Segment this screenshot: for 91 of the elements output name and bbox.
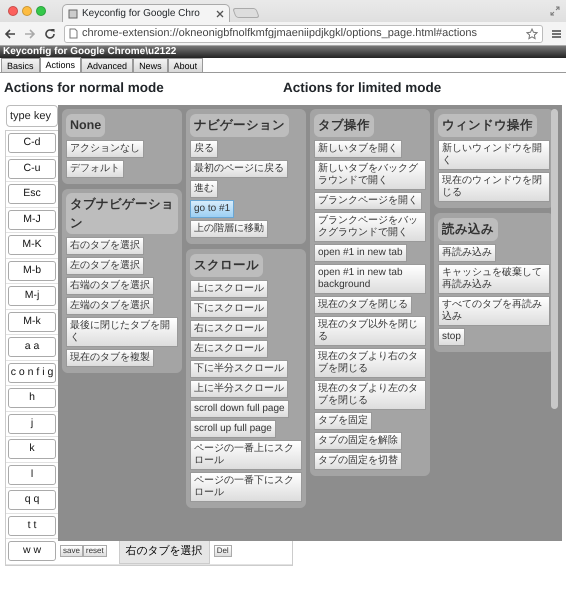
action-button[interactable]: 右のタブを選択 — [66, 237, 144, 256]
app-title: Keyconfig for Google Chrome\u2122 — [0, 46, 566, 58]
back-icon[interactable] — [4, 28, 16, 40]
action-button[interactable]: 新しいタブをバックグラウンドで開く — [314, 160, 426, 190]
key-button[interactable]: a a — [8, 337, 56, 358]
group-title: None — [66, 114, 106, 137]
key-button[interactable]: M-k — [8, 312, 56, 332]
tab[interactable]: News — [133, 58, 168, 72]
action-button[interactable]: stop — [438, 328, 465, 346]
action-button[interactable]: open #1 in new tab — [314, 244, 407, 262]
close-icon[interactable] — [216, 10, 224, 18]
action-button[interactable]: ブランクページを開く — [314, 192, 422, 210]
action-button[interactable]: 最初のページに戻る — [190, 160, 288, 178]
action-button[interactable]: すべてのタブを再読み込み — [438, 296, 550, 326]
section-heading: Actions for limited mode — [283, 79, 442, 97]
action-button[interactable]: 現在のタブを複製 — [66, 349, 154, 368]
action-button[interactable]: open #1 in new tab background — [314, 264, 426, 294]
key-button[interactable]: k — [8, 439, 56, 460]
action-button[interactable]: 現在のタブより右のタブを閉じる — [314, 348, 426, 378]
key-button[interactable]: Esc — [8, 184, 56, 204]
key-button[interactable]: M-J — [8, 210, 56, 230]
tab[interactable]: About — [168, 58, 204, 72]
action-button[interactable]: 下に半分スクロール — [190, 360, 288, 378]
group-title: タブナビゲーション — [66, 192, 178, 234]
action-button[interactable]: 右にスクロール — [190, 320, 268, 338]
star-icon[interactable] — [526, 28, 538, 40]
action-button[interactable]: 右端のタブを選択 — [66, 277, 154, 296]
key-button[interactable]: l — [8, 464, 56, 485]
action-button[interactable]: 上に半分スクロール — [190, 380, 288, 398]
browser-tab[interactable]: Keyconfig for Google Chro — [62, 4, 230, 22]
key-button[interactable]: w w — [8, 541, 56, 562]
page-icon — [68, 8, 78, 18]
key-button[interactable]: C-u — [8, 158, 56, 179]
scrollbar[interactable] — [551, 109, 558, 409]
action-button[interactable]: 左端のタブを選択 — [66, 297, 154, 316]
action-button[interactable]: 右のタブを選択 — [118, 539, 210, 564]
reload-icon[interactable] — [44, 28, 56, 40]
key-button[interactable]: j — [8, 414, 56, 434]
action-button[interactable]: 現在のタブより左のタブを閉じる — [314, 380, 426, 410]
key-input-field[interactable]: type key — [6, 105, 58, 127]
action-button[interactable]: ページの一番下にスクロール — [190, 472, 302, 502]
reset-button[interactable]: reset — [82, 545, 107, 558]
action-button[interactable]: go to #1 — [190, 200, 234, 218]
action-button[interactable]: 再読み込み — [438, 244, 496, 262]
group-title: タブ操作 — [314, 114, 374, 137]
action-button[interactable]: 上の階層に移動 — [190, 220, 268, 238]
action-button[interactable]: scroll up full page — [190, 420, 276, 438]
action-button[interactable]: 左にスクロール — [190, 340, 268, 358]
forward-icon[interactable] — [24, 28, 36, 40]
key-button[interactable]: t t — [8, 516, 56, 536]
action-button[interactable]: 現在のウィンドウを閉じる — [438, 172, 550, 202]
group-title: ウィンドウ操作 — [438, 114, 537, 137]
group-title: ナビゲーション — [190, 114, 289, 137]
action-button[interactable]: 下にスクロール — [190, 300, 268, 318]
action-button[interactable]: 進む — [190, 180, 218, 198]
action-button[interactable]: アクションなし — [66, 140, 144, 158]
action-button[interactable]: 新しいウィンドウを開く — [438, 140, 550, 170]
action-button[interactable]: 現在のタブ以外を閉じる — [314, 316, 426, 346]
page-icon — [69, 28, 78, 39]
key-button[interactable]: M-K — [8, 235, 56, 256]
action-button[interactable]: 最後に閉じたタブを開く — [66, 317, 178, 348]
action-button[interactable]: ページの一番上にスクロール — [190, 440, 302, 470]
key-button[interactable]: C-d — [8, 133, 56, 154]
action-button[interactable]: scroll down full page — [190, 400, 289, 418]
action-button[interactable]: タブを固定 — [314, 412, 372, 430]
key-button[interactable]: c o n f i g — [8, 362, 56, 383]
action-button[interactable]: デフォルト — [66, 160, 124, 178]
fullscreen-icon[interactable] — [550, 6, 560, 16]
group-title: 読み込み — [438, 218, 498, 240]
action-button[interactable]: ブランクページをバックグラウンドで開く — [314, 212, 426, 242]
action-button[interactable]: 左のタブを選択 — [66, 257, 144, 276]
action-button[interactable]: タブの固定を解除 — [314, 432, 402, 450]
key-button[interactable]: M-j — [8, 286, 56, 306]
group-title: スクロール — [190, 254, 263, 276]
tab[interactable]: Advanced — [81, 58, 134, 72]
action-button[interactable]: タブの固定を切替 — [314, 452, 402, 470]
address-bar[interactable]: chrome-extension://okneonigbfnolfkmfgjmaeniipdjkgkl/options_page.html#actions — [64, 24, 543, 42]
key-button[interactable]: h — [8, 388, 56, 408]
action-button[interactable]: 現在のタブを閉じる — [314, 296, 412, 314]
tab[interactable]: Actions — [40, 57, 82, 72]
tab[interactable]: Basics — [1, 58, 40, 72]
section-heading: Actions for normal mode — [3, 79, 165, 97]
action-button[interactable]: 戻る — [190, 140, 218, 158]
key-button[interactable]: q q — [8, 490, 56, 510]
action-button[interactable]: キャッシュを破棄して再読み込み — [438, 264, 550, 294]
key-button[interactable]: M-b — [8, 260, 56, 281]
action-button[interactable]: 上にスクロール — [190, 280, 268, 298]
action-button[interactable]: 新しいタブを開く — [314, 140, 402, 158]
save-button[interactable]: save — [60, 545, 83, 558]
menu-icon[interactable] — [551, 28, 562, 38]
delete-button[interactable]: Del — [214, 545, 232, 558]
